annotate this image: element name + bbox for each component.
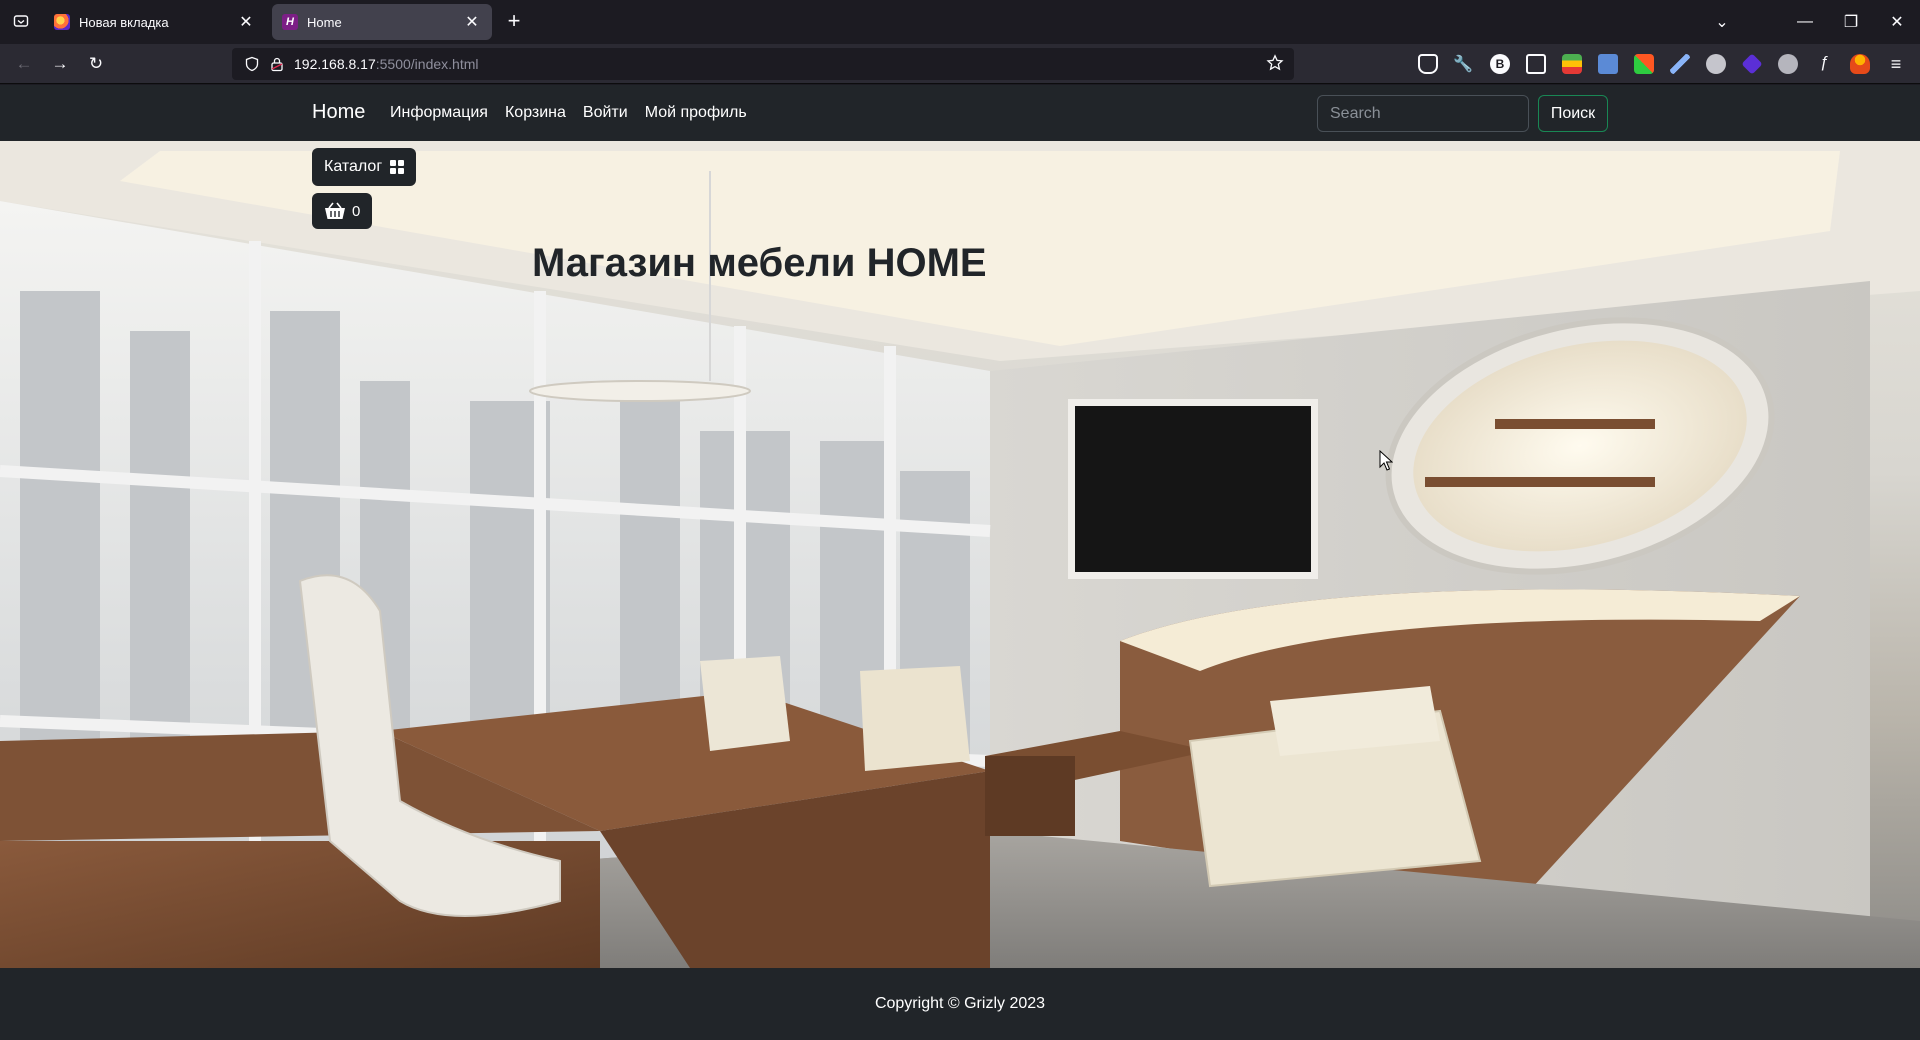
settings-gear-icon[interactable]	[1778, 54, 1798, 74]
cart-button[interactable]: 0	[312, 193, 373, 229]
new-tab-button[interactable]: +	[500, 10, 528, 34]
browser-tab-strip: Новая вкладка ✕ H Home ✕ + ⌄ — ❐ ✕	[0, 0, 1920, 44]
url-host: 192.168.8.17	[294, 56, 376, 72]
hero-banner: Каталог 0 Магазин мебели HOME	[0, 141, 1920, 968]
site-footer: Copyright © Grizly 2023	[0, 968, 1920, 1040]
window-close-icon[interactable]: ✕	[1874, 0, 1920, 44]
nav-link-login[interactable]: Войти	[583, 104, 628, 122]
browser-toolbar: ← → ↻ 192.168.8.17:5500/index.html 🔧 B ƒ…	[0, 44, 1920, 84]
tab-overflow-chevron-icon[interactable]: ⌄	[1699, 0, 1745, 44]
color-extension-icon[interactable]	[1562, 54, 1582, 74]
copyright-text: Copyright © Grizly 2023	[874, 995, 1046, 1012]
firefox-icon	[54, 14, 70, 30]
close-icon[interactable]: ✕	[236, 12, 256, 32]
search-input[interactable]	[1317, 95, 1529, 132]
bug-extension-icon[interactable]	[1706, 54, 1726, 74]
forward-icon[interactable]: →	[46, 50, 74, 78]
tab-home[interactable]: H Home ✕	[272, 4, 492, 40]
tools-extension-icon[interactable]	[1634, 54, 1654, 74]
minimize-icon[interactable]: —	[1782, 0, 1828, 44]
tab-list-icon[interactable]	[8, 8, 34, 34]
tracking-shield-icon[interactable]	[244, 56, 260, 72]
address-bar[interactable]: 192.168.8.17:5500/index.html	[232, 48, 1294, 80]
url-path: :5500/index.html	[375, 56, 479, 72]
function-extension-icon[interactable]: ƒ	[1814, 54, 1834, 74]
pen-extension-icon[interactable]	[1670, 54, 1690, 74]
tab-title: Home	[307, 14, 342, 30]
fox-extension-icon[interactable]	[1850, 54, 1870, 74]
lock-icon[interactable]	[270, 56, 284, 72]
url-text[interactable]: 192.168.8.17:5500/index.html	[294, 56, 478, 72]
reload-icon[interactable]: ↻	[82, 50, 110, 78]
bookmark-star-icon[interactable]	[1266, 54, 1284, 72]
search-button[interactable]: Поиск	[1538, 95, 1608, 132]
cart-count: 0	[352, 202, 361, 220]
catalog-label: Каталог	[324, 158, 383, 175]
pocket-icon[interactable]	[1418, 54, 1438, 74]
nav-links: Информация Корзина Войти Мой профиль	[390, 104, 747, 122]
nav-link-cart[interactable]: Корзина	[505, 104, 566, 122]
tab-title: Новая вкладка	[79, 14, 169, 30]
b-extension-icon[interactable]: B	[1490, 54, 1510, 74]
menu-icon[interactable]: ≡	[1886, 54, 1906, 74]
screen-extension-icon[interactable]	[1598, 54, 1618, 74]
page-title: Магазин мебели HOME	[532, 241, 987, 285]
catalog-button[interactable]: Каталог	[312, 148, 417, 186]
nav-link-profile[interactable]: Мой профиль	[645, 104, 747, 122]
brand-link[interactable]: Home	[312, 101, 365, 124]
mouse-cursor-icon	[1379, 450, 1393, 471]
extensions-puzzle-icon[interactable]	[1526, 54, 1546, 74]
basket-icon	[325, 202, 345, 219]
site-navbar: Home Информация Корзина Войти Мой профил…	[0, 85, 1920, 141]
web-page: Home Информация Корзина Войти Мой профил…	[0, 85, 1920, 1040]
restore-icon[interactable]: ❐	[1828, 0, 1874, 44]
site-favicon-icon: H	[282, 14, 298, 30]
purple-extension-icon[interactable]	[1741, 53, 1763, 75]
wrench-icon[interactable]: 🔧	[1453, 54, 1473, 74]
grid-icon	[390, 160, 405, 174]
back-icon[interactable]: ←	[10, 50, 38, 78]
nav-link-info[interactable]: Информация	[390, 104, 488, 122]
tab-new[interactable]: Новая вкладка ✕	[44, 4, 266, 40]
close-icon[interactable]: ✕	[462, 12, 482, 32]
